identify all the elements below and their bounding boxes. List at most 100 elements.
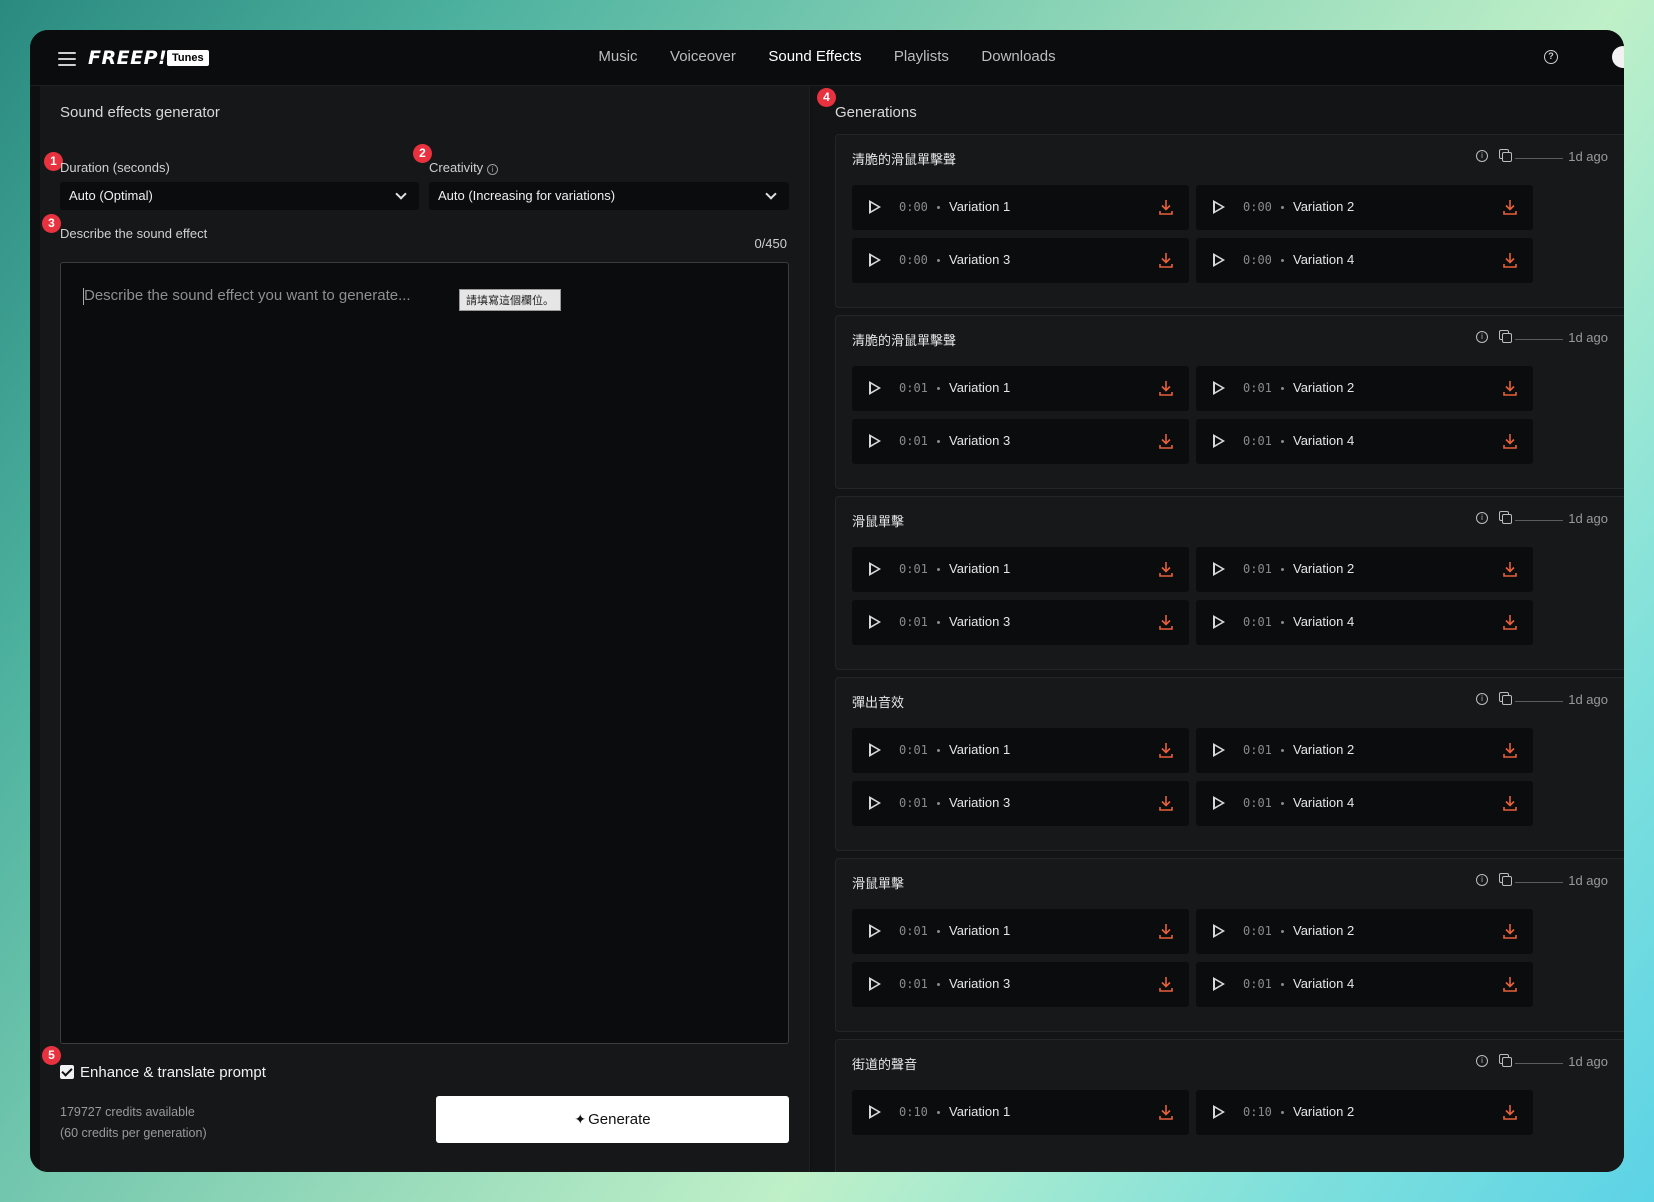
play-icon[interactable] (1213, 562, 1225, 576)
enhance-prompt-toggle[interactable]: Enhance & translate prompt (60, 1064, 266, 1081)
panel-title: Sound effects generator (60, 104, 220, 121)
download-icon[interactable] (1159, 742, 1173, 758)
variation-item[interactable]: 0:01 Variation 2 (1196, 547, 1533, 592)
variation-item[interactable]: 0:00 Variation 1 (852, 185, 1189, 230)
variation-item[interactable]: 0:01 Variation 3 (852, 600, 1189, 645)
download-icon[interactable] (1159, 614, 1173, 630)
download-icon[interactable] (1159, 795, 1173, 811)
variation-item[interactable]: 0:00 Variation 4 (1196, 238, 1533, 283)
info-icon[interactable]: i (1476, 150, 1488, 162)
variation-item[interactable]: 0:01 Variation 3 (852, 419, 1189, 464)
play-icon[interactable] (869, 434, 881, 448)
play-icon[interactable] (1213, 200, 1225, 214)
download-icon[interactable] (1159, 433, 1173, 449)
help-icon[interactable]: ? (1544, 50, 1558, 64)
variation-item[interactable]: 0:01 Variation 4 (1196, 781, 1533, 826)
play-icon[interactable] (869, 924, 881, 938)
play-icon[interactable] (869, 1105, 881, 1119)
variation-item[interactable]: 0:01 Variation 4 (1196, 419, 1533, 464)
info-icon[interactable]: i (1476, 331, 1488, 343)
info-icon[interactable]: i (1476, 1055, 1488, 1067)
generate-button[interactable]: ✦ Generate (436, 1096, 789, 1143)
download-icon[interactable] (1159, 380, 1173, 396)
info-icon[interactable]: i (1476, 693, 1488, 705)
copy-icon[interactable] (1499, 1054, 1512, 1067)
play-icon[interactable] (869, 743, 881, 757)
download-icon[interactable] (1159, 199, 1173, 215)
info-icon[interactable]: i (1476, 512, 1488, 524)
variation-duration: 0:01 (1243, 381, 1272, 395)
generation-title: 街道的聲音 (852, 1057, 918, 1072)
download-icon[interactable] (1503, 742, 1517, 758)
download-icon[interactable] (1503, 433, 1517, 449)
creativity-select[interactable]: Auto (Increasing for variations) (429, 182, 789, 210)
play-icon[interactable] (1213, 743, 1225, 757)
variation-item[interactable]: 0:10 Variation 1 (852, 1090, 1189, 1135)
variation-item[interactable]: 0:00 Variation 3 (852, 238, 1189, 283)
variation-duration: 0:01 (899, 796, 928, 810)
download-icon[interactable] (1503, 252, 1517, 268)
variation-item[interactable]: 0:01 Variation 1 (852, 366, 1189, 411)
variation-item[interactable]: 0:01 Variation 1 (852, 728, 1189, 773)
nav-playlists[interactable]: Playlists (894, 48, 949, 65)
play-icon[interactable] (869, 253, 881, 267)
download-icon[interactable] (1503, 380, 1517, 396)
download-icon[interactable] (1503, 614, 1517, 630)
variation-item[interactable]: 0:01 Variation 1 (852, 909, 1189, 954)
download-icon[interactable] (1503, 976, 1517, 992)
copy-icon[interactable] (1499, 149, 1512, 162)
variation-item[interactable]: 0:01 Variation 3 (852, 781, 1189, 826)
variation-item[interactable]: 0:01 Variation 4 (1196, 600, 1533, 645)
play-icon[interactable] (869, 977, 881, 991)
play-icon[interactable] (869, 381, 881, 395)
play-icon[interactable] (1213, 615, 1225, 629)
copy-icon[interactable] (1499, 692, 1512, 705)
play-icon[interactable] (869, 796, 881, 810)
download-icon[interactable] (1503, 561, 1517, 577)
copy-icon[interactable] (1499, 330, 1512, 343)
sound-description-input[interactable]: Describe the sound effect you want to ge… (60, 262, 789, 1044)
play-icon[interactable] (1213, 253, 1225, 267)
download-icon[interactable] (1159, 923, 1173, 939)
nav-voiceover[interactable]: Voiceover (670, 48, 736, 65)
copy-icon[interactable] (1499, 511, 1512, 524)
download-icon[interactable] (1503, 795, 1517, 811)
download-icon[interactable] (1159, 976, 1173, 992)
download-icon[interactable] (1159, 1104, 1173, 1120)
play-icon[interactable] (1213, 977, 1225, 991)
play-icon[interactable] (1213, 434, 1225, 448)
info-icon[interactable]: i (1476, 874, 1488, 886)
variation-duration: 0:01 (1243, 562, 1272, 576)
download-icon[interactable] (1159, 561, 1173, 577)
variation-item[interactable]: 0:01 Variation 2 (1196, 909, 1533, 954)
download-icon[interactable] (1503, 923, 1517, 939)
variation-duration: 0:01 (1243, 924, 1272, 938)
variation-item[interactable]: 0:10 Variation 2 (1196, 1090, 1533, 1135)
variation-item[interactable]: 0:00 Variation 2 (1196, 185, 1533, 230)
download-icon[interactable] (1503, 199, 1517, 215)
info-icon[interactable]: i (487, 164, 499, 175)
variation-item[interactable]: 0:01 Variation 2 (1196, 366, 1533, 411)
duration-select[interactable]: Auto (Optimal) (60, 182, 419, 210)
nav-downloads[interactable]: Downloads (981, 48, 1055, 65)
variation-name: Variation 3 (949, 252, 1011, 267)
play-icon[interactable] (1213, 796, 1225, 810)
enhance-checkbox[interactable] (60, 1065, 74, 1079)
copy-icon[interactable] (1499, 873, 1512, 886)
play-icon[interactable] (869, 615, 881, 629)
variation-duration: 0:01 (899, 381, 928, 395)
nav-music[interactable]: Music (598, 48, 637, 65)
variation-item[interactable]: 0:01 Variation 1 (852, 547, 1189, 592)
play-icon[interactable] (1213, 924, 1225, 938)
variation-item[interactable]: 0:01 Variation 3 (852, 962, 1189, 1007)
play-icon[interactable] (1213, 381, 1225, 395)
variation-item[interactable]: 0:01 Variation 4 (1196, 962, 1533, 1007)
play-icon[interactable] (869, 200, 881, 214)
play-icon[interactable] (869, 562, 881, 576)
variation-item[interactable]: 0:01 Variation 2 (1196, 728, 1533, 773)
nav-sound-effects[interactable]: Sound Effects (768, 48, 861, 65)
download-icon[interactable] (1159, 252, 1173, 268)
download-icon[interactable] (1503, 1104, 1517, 1120)
generation-card: 清脆的滑鼠單擊聲 i 1d ago 0:00 Variation 1 0:00 Variat… (835, 134, 1624, 308)
play-icon[interactable] (1213, 1105, 1225, 1119)
